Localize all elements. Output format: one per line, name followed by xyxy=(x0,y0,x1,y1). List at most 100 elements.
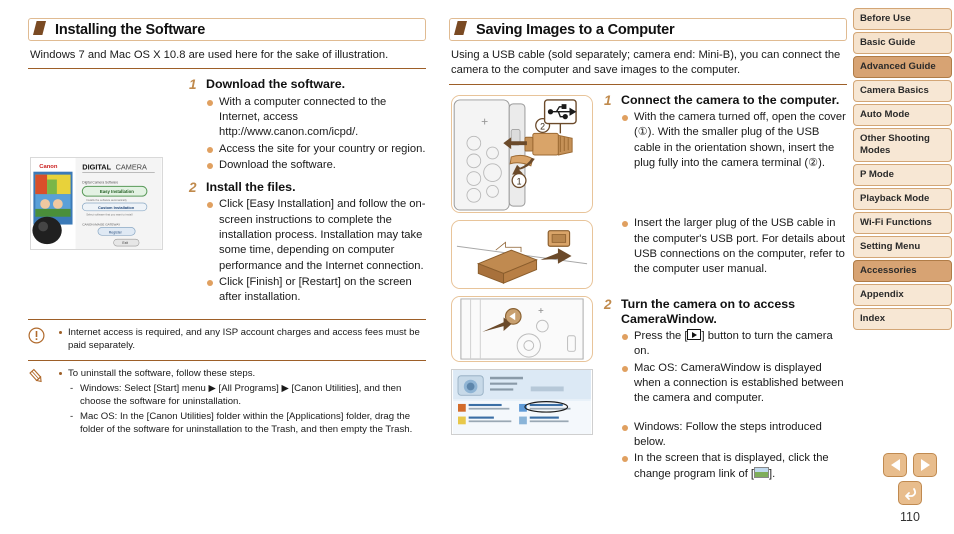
sidebar-item-playback-mode[interactable]: Playback Mode xyxy=(853,187,952,210)
sidebar-item-appendix[interactable]: Appendix xyxy=(853,283,952,306)
svg-text:Custom Installation: Custom Installation xyxy=(98,205,135,210)
bullet-item-changeprogram: In the screen that is displayed, click t… xyxy=(621,451,847,482)
svg-text:CAMERA: CAMERA xyxy=(116,163,147,172)
step-number: 2 xyxy=(189,180,197,196)
note-subline: Mac OS: In the [Canon Utilities] folder … xyxy=(58,410,426,437)
left-column: Installing the Software Windows 7 and Ma… xyxy=(28,18,426,444)
notes-area: Internet access is required, and any ISP… xyxy=(28,318,426,444)
section-header-saving-images: Saving Images to a Computer xyxy=(449,18,847,41)
step-title: Download the software. xyxy=(206,77,346,92)
sidebar-item-label: Wi-Fi Functions xyxy=(860,216,932,228)
step-download-software: 1 Download the software. With a computer… xyxy=(186,77,426,174)
bullet-item: Mac OS: CameraWindow is displayed when a… xyxy=(621,361,847,407)
sidebar-item-label: Auto Mode xyxy=(860,108,910,120)
step-bullets: Click [Easy Installation] and follow the… xyxy=(206,197,426,305)
sidebar-item-label: Index xyxy=(860,312,886,324)
section-intro-text: Windows 7 and Mac OS X 10.8 are used her… xyxy=(28,41,426,70)
step-number-placeholder xyxy=(601,216,621,278)
step-install-files: 2 Install the files. Click [Easy Install… xyxy=(186,180,426,307)
bullet-item: With a computer connected to the Interne… xyxy=(206,95,426,141)
sidebar-item-auto-mode[interactable]: Auto Mode xyxy=(853,103,952,126)
svg-text:Register: Register xyxy=(109,231,123,235)
windows-autoplay-dialog-screenshot xyxy=(451,368,593,435)
section-flag-icon xyxy=(454,21,467,35)
chevron-left-icon xyxy=(890,459,900,471)
sidebar-item-setting-menu[interactable]: Setting Menu xyxy=(853,235,952,258)
bullet-item: With the camera turned off, open the cov… xyxy=(621,110,847,171)
svg-text:Canon: Canon xyxy=(39,164,58,170)
left-steps-list: 1 Download the software. With a computer… xyxy=(186,77,426,306)
step-bullets: Press the [] button to turn the camera o… xyxy=(621,329,847,407)
section-intro-text: Using a USB cable (sold separately; came… xyxy=(449,41,847,85)
section-title: Saving Images to a Computer xyxy=(476,21,675,38)
svg-text:Installs the software automati: Installs the software automatically xyxy=(86,199,127,203)
chevron-right-icon xyxy=(920,459,930,471)
bullet-item: Click [Finish] or [Restart] on the scree… xyxy=(206,275,426,306)
svg-text:Easy Installation: Easy Installation xyxy=(100,190,134,195)
section-header-installing: Installing the Software xyxy=(28,18,426,41)
sidebar-item-basic-guide[interactable]: Basic Guide xyxy=(853,31,952,54)
middle-steps-list: 1 Connect the camera to the computer. Wi… xyxy=(601,93,847,483)
step-title: Connect the camera to the computer. xyxy=(621,92,840,107)
sidebar-item-label: Accessories xyxy=(860,264,917,276)
step-connect-camera: 1 Connect the camera to the computer. Wi… xyxy=(601,93,847,173)
svg-text:CANON iMAGE GATEWAY: CANON iMAGE GATEWAY xyxy=(82,223,121,227)
pencil-note-icon xyxy=(28,367,58,437)
step-bullets: With a computer connected to the Interne… xyxy=(206,95,426,174)
previous-page-button[interactable] xyxy=(883,453,907,477)
sidebar-item-label: Other Shooting Modes xyxy=(860,132,930,156)
usb-plug-into-computer-port-figure xyxy=(451,219,593,289)
sidebar-item-label: Appendix xyxy=(860,288,904,300)
sidebar-item-label: Basic Guide xyxy=(860,36,916,48)
svg-text:2: 2 xyxy=(540,121,545,131)
sidebar-item-other-shooting-modes[interactable]: Other Shooting Modes xyxy=(853,127,952,162)
sidebar-item-index[interactable]: Index xyxy=(853,307,952,330)
step-number: 1 xyxy=(189,77,197,93)
left-step-flow: Canon DIGITAL CAMERA Digital Camera Soft… xyxy=(28,77,426,306)
bullet-item: Click [Easy Installation] and follow the… xyxy=(206,197,426,274)
step-number: 2 xyxy=(604,296,612,312)
step-turn-camera-on-cont: Windows: Follow the steps introduced bel… xyxy=(601,420,847,483)
bullet-item: Windows: Follow the steps introduced bel… xyxy=(621,420,847,451)
sidebar-item-camera-basics[interactable]: Camera Basics xyxy=(853,79,952,102)
middle-step-flow: 2 1 1 Connect the camera to the computer… xyxy=(449,93,847,483)
bullet-item: Download the software. xyxy=(206,158,426,173)
next-page-button[interactable] xyxy=(913,453,937,477)
sidebar-item-before-use[interactable]: Before Use xyxy=(853,8,952,30)
step-turn-camera-on: 2 Turn the camera on to access CameraWin… xyxy=(601,297,847,408)
page-navigation: 110 xyxy=(869,453,951,524)
canon-installer-screenshot: Canon DIGITAL CAMERA Digital Camera Soft… xyxy=(30,157,163,251)
svg-text:Digital Camera Software: Digital Camera Software xyxy=(82,181,118,185)
sidebar-item-label: Before Use xyxy=(860,13,911,24)
step-title: Install the files. xyxy=(206,180,296,195)
middle-column: Saving Images to a Computer Using a USB … xyxy=(449,18,847,485)
step-bullets: With the camera turned off, open the cov… xyxy=(621,110,847,171)
note-line: To uninstall the software, follow these … xyxy=(58,367,426,381)
camera-playback-button-figure xyxy=(451,295,593,362)
page-number: 110 xyxy=(900,510,920,524)
tip-note-body: To uninstall the software, follow these … xyxy=(58,367,426,437)
caution-note: Internet access is required, and any ISP… xyxy=(28,318,426,360)
svg-text:Select software that you want: Select software that you want to install xyxy=(86,213,133,217)
step-connect-camera-cont: Insert the larger plug of the USB cable … xyxy=(601,216,847,278)
svg-text:DIGITAL: DIGITAL xyxy=(82,163,111,172)
manual-page: Installing the Software Windows 7 and Ma… xyxy=(0,0,954,534)
sidebar-item-accessories[interactable]: Accessories xyxy=(853,259,952,282)
image-thumbnail-icon xyxy=(754,466,770,478)
step-title: Turn the camera on to access CameraWindo… xyxy=(621,296,795,326)
sidebar-item-p-mode[interactable]: P Mode xyxy=(853,163,952,186)
svg-text:1: 1 xyxy=(517,176,522,186)
sidebar-item-wifi-functions[interactable]: Wi-Fi Functions xyxy=(853,211,952,234)
sidebar-item-label: Advanced Guide xyxy=(860,60,936,72)
bullet-item: Access the site for your country or regi… xyxy=(206,142,426,157)
note-subline: Windows: Select [Start] menu ▶ [All Prog… xyxy=(58,382,426,409)
navigation-sidebar: Before Use Basic Guide Advanced Guide Ca… xyxy=(853,8,952,332)
sidebar-item-advanced-guide[interactable]: Advanced Guide xyxy=(853,55,952,78)
svg-text:Exit: Exit xyxy=(122,242,128,246)
step-number: 1 xyxy=(604,92,612,108)
step-bullets: Windows: Follow the steps introduced bel… xyxy=(621,420,847,482)
sidebar-item-label: Camera Basics xyxy=(860,84,929,96)
back-button[interactable] xyxy=(898,481,922,505)
